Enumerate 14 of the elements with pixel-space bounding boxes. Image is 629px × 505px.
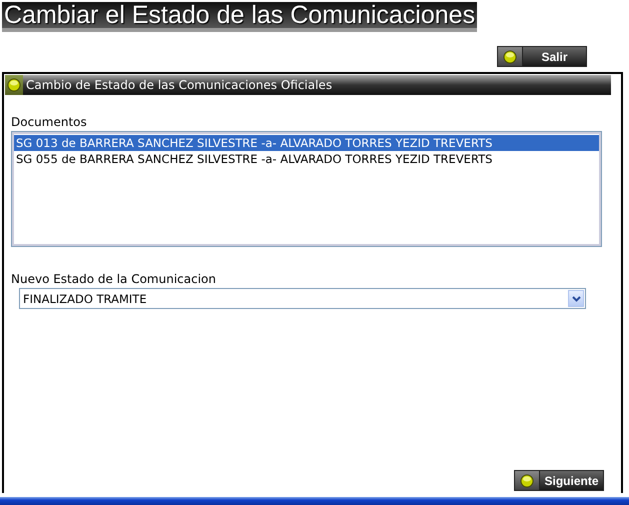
page-title: Cambiar el Estado de las Comunicaciones [2,2,478,32]
field-label: Documentos [11,115,88,129]
next-button[interactable]: Siguiente [514,470,604,491]
list-item[interactable]: SG 055 de BARRERA SANCHEZ SILVESTRE -a- ALVARADO TORRES YEZID TREVERTS [14,151,599,167]
documents-listbox[interactable]: SG 013 de BARRERA SANCHEZ SILVESTRE -a- ALVARADO TORRES YEZID TREVERTS SG 055 de BARRERA SANCHEZ SILVESTRE -a- ALVARADO TORRES YEZID TREVERTS [11,131,602,247]
led-icon [520,474,534,488]
led-icon [503,50,517,64]
led-icon [7,78,21,92]
list-item[interactable]: SG 013 de BARRERA SANCHEZ SILVESTRE -a- ALVARADO TORRES YEZID TREVERTS [14,135,599,151]
field-label: Nuevo Estado de la Comunicacion [11,272,217,286]
status-dropdown[interactable]: FINALIZADO TRAMITE [19,288,586,309]
chevron-icon [572,296,580,302]
panel-title: Cambio de Estado de las Comunicaciones Oficiales [26,78,332,92]
exit-button[interactable]: Salir [497,46,587,67]
